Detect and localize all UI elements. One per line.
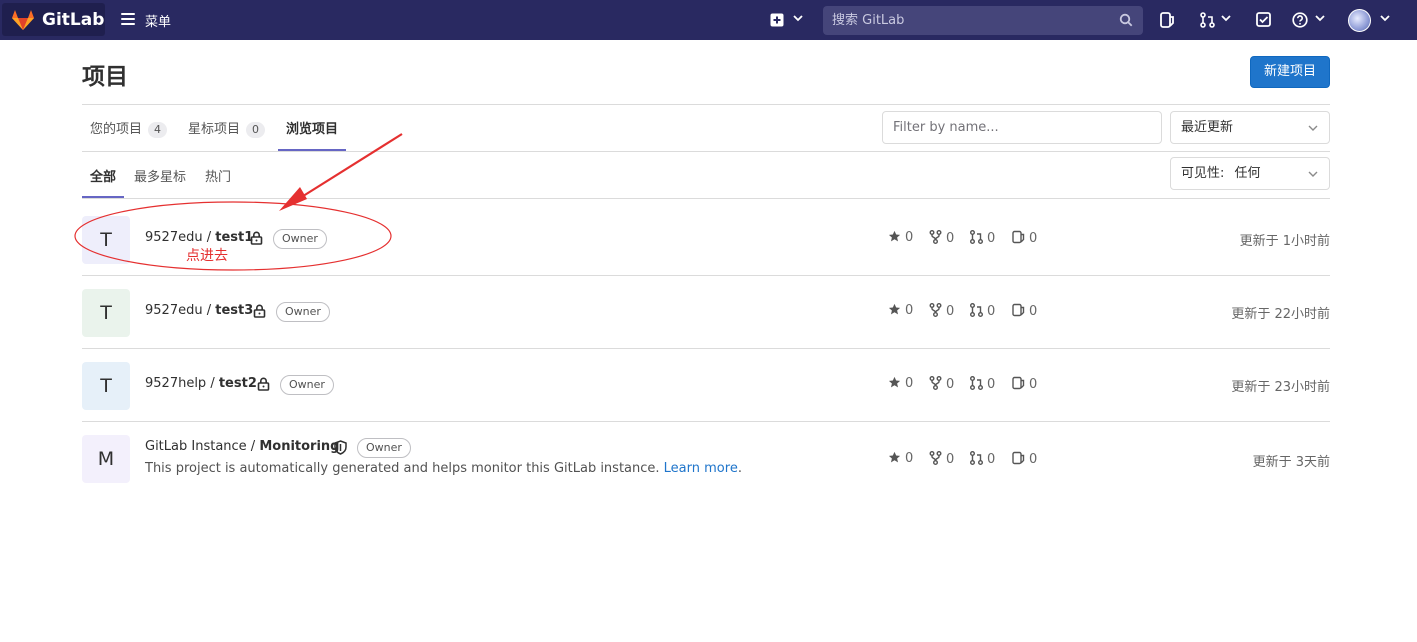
annotation-ellipse	[74, 201, 392, 271]
annotation-arrowhead	[279, 187, 307, 211]
annotation-arrow	[299, 133, 403, 199]
annotation-overlay	[74, 133, 403, 271]
annotation-text: 点进去	[186, 248, 228, 264]
